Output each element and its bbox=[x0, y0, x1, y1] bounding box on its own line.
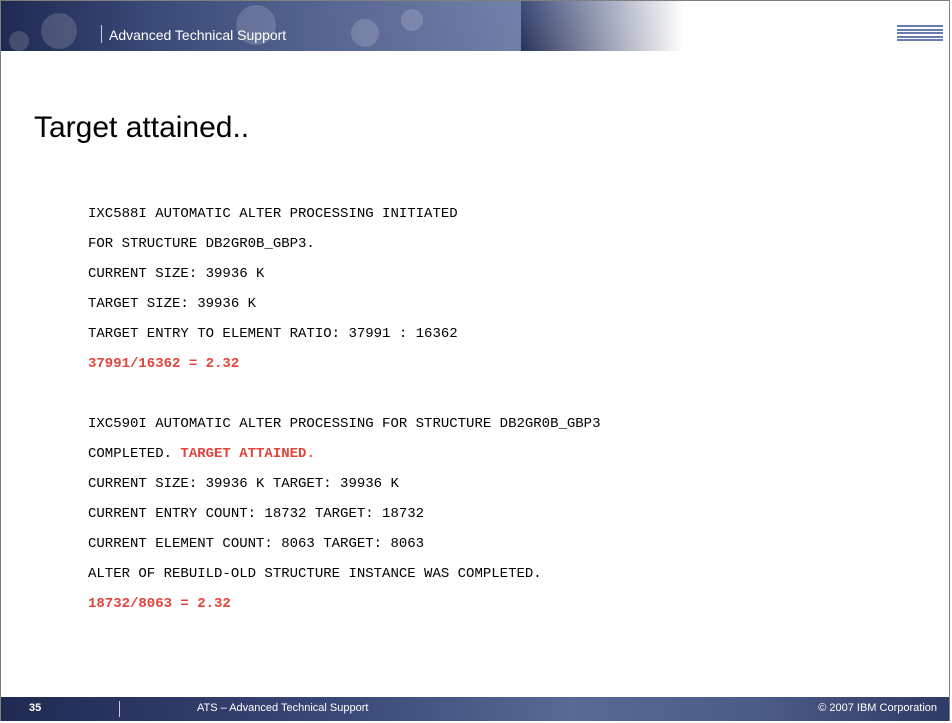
header-title: Advanced Technical Support bbox=[109, 27, 287, 43]
ratio-calculation-2: 18732/8063 = 2.32 bbox=[88, 596, 231, 612]
copyright: © 2007 IBM Corporation bbox=[818, 702, 937, 714]
console-line: CURRENT ELEMENT COUNT: 8063 TARGET: 8063 bbox=[88, 536, 425, 552]
console-line: CURRENT ENTRY COUNT: 18732 TARGET: 18732 bbox=[88, 506, 425, 522]
slide-title: Target attained.. bbox=[34, 111, 250, 144]
console-line: COMPLETED. TARGET ATTAINED. bbox=[88, 444, 600, 474]
console-line: CURRENT SIZE: 39936 K TARGET: 39936 K bbox=[88, 476, 399, 492]
console-line: IXC588I AUTOMATIC ALTER PROCESSING INITI… bbox=[88, 206, 458, 222]
header-fade bbox=[521, 1, 949, 51]
target-attained-highlight: TARGET ATTAINED. bbox=[180, 446, 315, 462]
footer-band: 35 ATS – Advanced Technical Support © 20… bbox=[1, 697, 949, 721]
header-band: Advanced Technical Support bbox=[1, 1, 949, 51]
console-line: TARGET SIZE: 39936 K bbox=[88, 296, 257, 312]
console-line: IXC590I AUTOMATIC ALTER PROCESSING FOR S… bbox=[88, 416, 601, 432]
console-line: TARGET ENTRY TO ELEMENT RATIO: 37991 : 1… bbox=[88, 326, 458, 342]
decorative-bubble bbox=[41, 13, 77, 49]
footer-text: ATS – Advanced Technical Support bbox=[197, 702, 369, 714]
header-separator bbox=[101, 25, 102, 43]
console-line: FOR STRUCTURE DB2GR0B_GBP3. bbox=[88, 236, 315, 252]
page-number: 35 bbox=[29, 702, 42, 714]
footer-separator bbox=[119, 701, 120, 717]
console-line-prefix: COMPLETED. bbox=[88, 446, 181, 462]
console-output: IXC588I AUTOMATIC ALTER PROCESSING INITI… bbox=[88, 204, 600, 624]
decorative-bubble bbox=[351, 19, 379, 47]
decorative-bubble bbox=[401, 9, 423, 31]
ratio-calculation-1: 37991/16362 = 2.32 bbox=[88, 356, 240, 372]
decorative-bubble bbox=[9, 31, 29, 51]
console-line: ALTER OF REBUILD-OLD STRUCTURE INSTANCE … bbox=[88, 566, 542, 582]
console-line: CURRENT SIZE: 39936 K bbox=[88, 266, 265, 282]
ibm-logo-icon bbox=[897, 25, 943, 41]
